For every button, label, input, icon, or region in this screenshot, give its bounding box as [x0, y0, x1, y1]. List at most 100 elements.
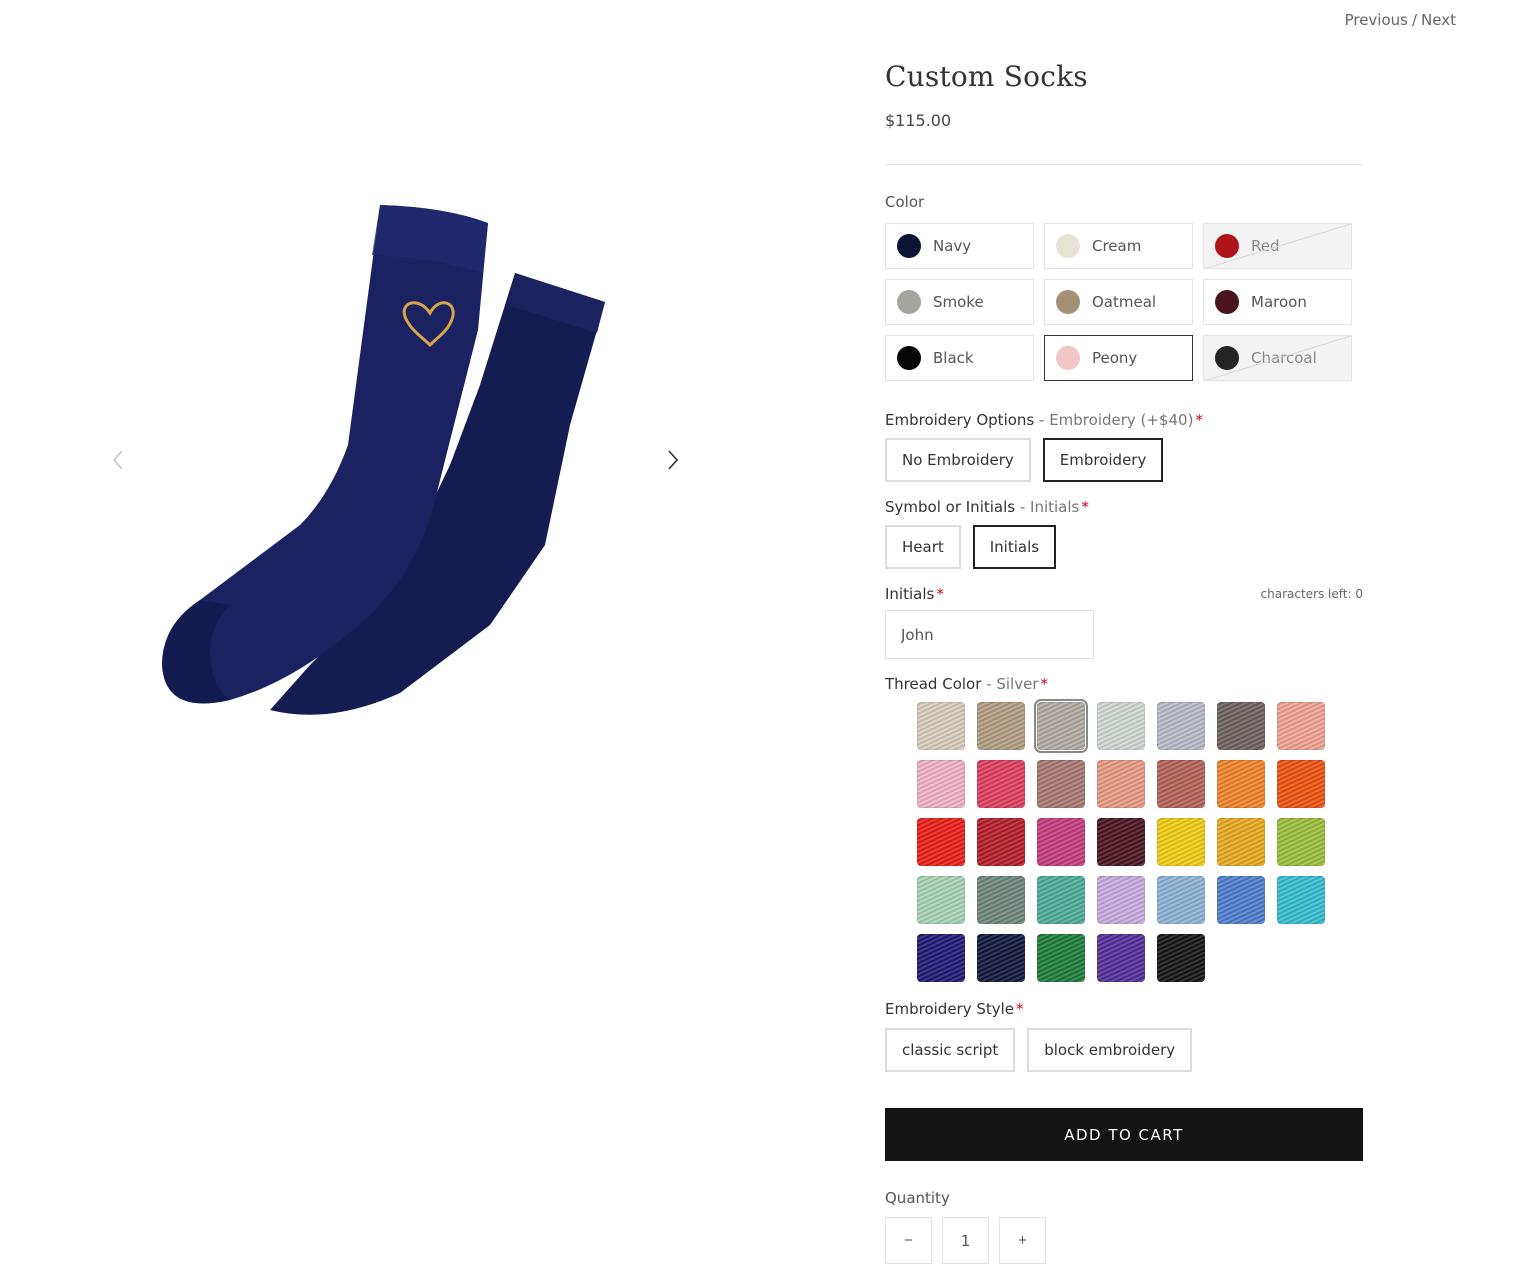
required-mark: *: [1195, 411, 1203, 429]
color-option-red[interactable]: Red: [1203, 223, 1352, 269]
thread-swatch[interactable]: [977, 876, 1025, 924]
color-option-label: Maroon: [1251, 293, 1307, 311]
gallery-next-button[interactable]: [658, 442, 688, 478]
initials-title: Initials: [885, 585, 935, 603]
thread-color-title: Thread Color: [885, 675, 982, 693]
block-embroidery-button[interactable]: block embroidery: [1027, 1028, 1193, 1072]
color-swatch-dot: [1056, 290, 1080, 314]
thread-swatch[interactable]: [1217, 818, 1265, 866]
thread-swatch[interactable]: [1217, 876, 1265, 924]
thread-swatch[interactable]: [1217, 702, 1265, 750]
product-details: Custom Socks $115.00 Color Navy Cream Red S…: [885, 60, 1363, 1264]
thread-swatch[interactable]: [1034, 699, 1088, 753]
required-mark: *: [936, 585, 944, 603]
embroidery-style-buttons: classic script block embroidery: [885, 1028, 1363, 1072]
thread-swatch[interactable]: [977, 760, 1025, 808]
color-option-label: Red: [1251, 237, 1280, 255]
embroidery-button[interactable]: Embroidery: [1042, 438, 1164, 482]
chevron-right-icon: [668, 450, 679, 470]
thread-swatch[interactable]: [917, 876, 965, 924]
previous-link[interactable]: Previous: [1345, 11, 1408, 29]
thread-swatch[interactable]: [1157, 760, 1205, 808]
thread-swatch[interactable]: [1277, 702, 1325, 750]
color-swatch-dot: [1215, 346, 1239, 370]
color-option-cream[interactable]: Cream: [1044, 223, 1193, 269]
color-label: Color: [885, 193, 925, 211]
thread-swatch[interactable]: [1277, 818, 1325, 866]
color-option-label: Smoke: [933, 293, 984, 311]
thread-swatch[interactable]: [1097, 760, 1145, 808]
thread-swatch[interactable]: [1157, 876, 1205, 924]
thread-swatch[interactable]: [1097, 702, 1145, 750]
next-link[interactable]: Next: [1421, 11, 1456, 29]
thread-swatch[interactable]: [1277, 760, 1325, 808]
initials-button[interactable]: Initials: [972, 525, 1057, 569]
thread-swatch[interactable]: [1097, 934, 1145, 982]
thread-swatch[interactable]: [1157, 934, 1205, 982]
initials-input[interactable]: [885, 610, 1094, 659]
chevron-left-icon: [112, 450, 123, 470]
color-option-navy[interactable]: Navy: [885, 223, 1034, 269]
color-option-label: Navy: [933, 237, 972, 255]
no-embroidery-button[interactable]: No Embroidery: [885, 438, 1031, 482]
thread-swatch[interactable]: [1277, 876, 1325, 924]
initials-label: Initials *: [885, 585, 944, 603]
color-option-peony[interactable]: Peony: [1044, 335, 1193, 381]
thread-color-swatches: [917, 699, 1363, 982]
thread-swatch[interactable]: [917, 934, 965, 982]
product-gallery: [95, 180, 695, 740]
required-mark: *: [1040, 675, 1048, 693]
product-price: $115.00: [885, 111, 952, 130]
thread-swatch[interactable]: [1157, 818, 1205, 866]
thread-swatch[interactable]: [917, 702, 965, 750]
color-option-label: Charcoal: [1251, 349, 1317, 367]
gallery-prev-button[interactable]: [103, 442, 133, 478]
thread-swatch[interactable]: [1217, 760, 1265, 808]
thread-swatch[interactable]: [1157, 702, 1205, 750]
color-option-smoke[interactable]: Smoke: [885, 279, 1034, 325]
required-mark: *: [1016, 1000, 1024, 1018]
heart-button[interactable]: Heart: [885, 525, 961, 569]
color-option-maroon[interactable]: Maroon: [1203, 279, 1352, 325]
color-swatch-dot: [897, 234, 921, 258]
quantity-input[interactable]: [942, 1217, 989, 1264]
initials-header: Initials * characters left: 0: [885, 585, 1363, 603]
thread-swatch[interactable]: [917, 760, 965, 808]
quantity-decrease-button[interactable]: −: [885, 1217, 932, 1264]
color-option-label: Oatmeal: [1092, 293, 1157, 311]
embroidery-option-buttons: No Embroidery Embroidery: [885, 438, 1363, 482]
quantity-increase-button[interactable]: +: [999, 1217, 1046, 1264]
thread-swatch[interactable]: [1037, 760, 1085, 808]
thread-swatch[interactable]: [1037, 934, 1085, 982]
quantity-label: Quantity: [885, 1189, 950, 1207]
color-swatch-dot: [1056, 234, 1080, 258]
thread-swatch[interactable]: [977, 702, 1025, 750]
thread-swatch[interactable]: [1097, 818, 1145, 866]
classic-script-button[interactable]: classic script: [885, 1028, 1016, 1072]
color-swatch-dot: [1056, 346, 1080, 370]
thread-swatch[interactable]: [977, 818, 1025, 866]
embroidery-options-label: Embroidery Options - Embroidery (+$40) *: [885, 411, 1363, 429]
symbol-or-initials-title: Symbol or Initials: [885, 498, 1016, 516]
thread-swatch[interactable]: [1037, 876, 1085, 924]
thread-swatch[interactable]: [917, 818, 965, 866]
symbol-option-buttons: Heart Initials: [885, 525, 1363, 569]
pager-separator: /: [1411, 11, 1418, 29]
color-option-black[interactable]: Black: [885, 335, 1034, 381]
color-options: Navy Cream Red Smoke Oatmeal Maroon Black Peony…: [885, 223, 1363, 381]
embroidery-options-title: Embroidery Options: [885, 411, 1035, 429]
required-mark: *: [1081, 498, 1089, 516]
embroidery-selected-text: - Embroidery (+$40): [1039, 411, 1194, 429]
color-option-label: Black: [933, 349, 974, 367]
color-swatch-dot: [1215, 234, 1239, 258]
color-option-oatmeal[interactable]: Oatmeal: [1044, 279, 1193, 325]
thread-swatch[interactable]: [1097, 876, 1145, 924]
divider: [885, 164, 1363, 165]
symbol-selected-text: - Initials: [1019, 498, 1080, 516]
characters-left: characters left: 0: [1260, 587, 1363, 601]
product-pager: Previous / Next: [1345, 11, 1456, 29]
thread-swatch[interactable]: [1037, 818, 1085, 866]
color-option-charcoal[interactable]: Charcoal: [1203, 335, 1352, 381]
thread-swatch[interactable]: [977, 934, 1025, 982]
add-to-cart-button[interactable]: ADD TO CART: [885, 1108, 1363, 1161]
